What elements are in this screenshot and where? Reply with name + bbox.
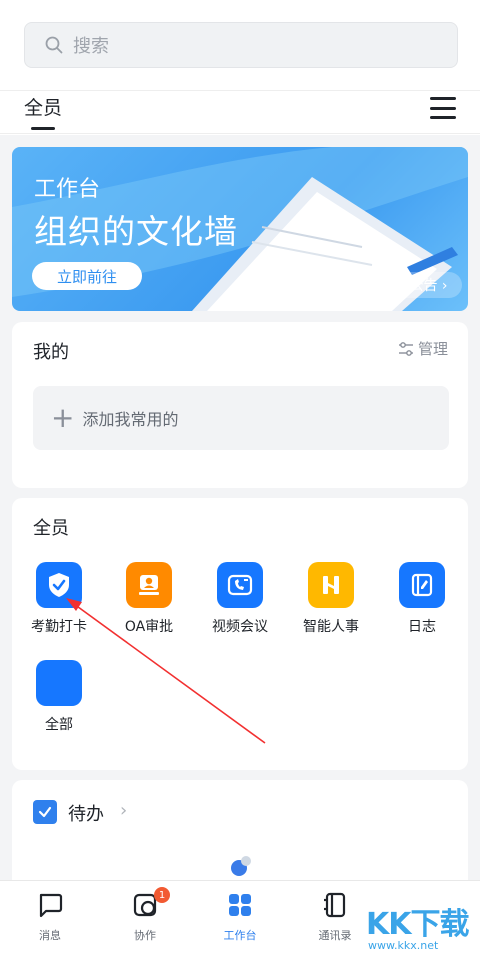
manage-button[interactable]: 管理 <box>398 338 448 359</box>
tab-bar: 全员 <box>0 90 480 134</box>
app-video-meeting[interactable]: 视频会议 <box>195 562 285 636</box>
todo-checkbox-icon <box>33 800 57 824</box>
todo-card: 待办 › <box>12 780 468 890</box>
all-announcements-button[interactable]: 全部公告 › <box>367 272 462 298</box>
nav-messages[interactable]: 消息 <box>10 891 90 943</box>
loading-dots-icon <box>231 856 251 876</box>
app-smart-hr[interactable]: 智能人事 <box>286 562 376 636</box>
log-icon <box>399 562 445 608</box>
manage-sliders-icon <box>398 341 413 356</box>
nav-label: 工作台 <box>223 929 257 942</box>
app-label: OA审批 <box>124 619 174 635</box>
manage-label: 管理 <box>417 340 448 358</box>
banner-subtitle: 组织的文化墙 <box>34 212 238 251</box>
tab-all-members[interactable]: 全员 <box>24 93 62 120</box>
contacts-icon <box>324 892 346 918</box>
all-apps-icon <box>36 660 82 706</box>
culture-wall-banner[interactable]: 工作台 组织的文化墙 立即前往 全部公告 › <box>12 147 468 311</box>
chevron-right-icon[interactable]: › <box>120 800 127 821</box>
menu-icon[interactable] <box>430 97 456 119</box>
search-icon <box>45 36 63 54</box>
app-log[interactable]: 日志 <box>377 562 467 636</box>
message-icon <box>39 893 63 918</box>
oa-approval-icon <box>126 562 172 608</box>
banner-title: 工作台 <box>34 177 101 202</box>
my-section-title: 我的 <box>33 342 69 363</box>
tab-underline <box>31 127 55 130</box>
app-label: 考勤打卡 <box>31 619 87 635</box>
all-members-card: 全员 考勤打卡 OA审批 视频会议 智能人事 日志 全部 <box>12 498 468 770</box>
workbench-icon <box>229 894 251 916</box>
plus-icon: + <box>51 401 75 434</box>
todo-title[interactable]: 待办 <box>68 800 104 826</box>
search-placeholder: 搜索 <box>73 36 109 57</box>
app-label: 视频会议 <box>212 619 268 635</box>
add-favorite-button[interactable]: + 添加我常用的 <box>33 386 449 450</box>
all-section-title: 全员 <box>33 518 69 539</box>
watermark: KK下载 www.kkx.net <box>360 895 480 959</box>
watermark-url: www.kkx.net <box>368 939 439 952</box>
app-all[interactable]: 全部 <box>14 660 104 734</box>
video-call-icon <box>217 562 263 608</box>
checkin-shield-icon <box>36 562 82 608</box>
watermark-logo: KK下载 <box>366 907 469 942</box>
unread-badge: 1 <box>154 887 170 903</box>
nav-label: 协作 <box>134 929 156 942</box>
my-apps-card: 我的 管理 + 添加我常用的 <box>12 322 468 488</box>
nav-collab[interactable]: 1 协作 <box>105 887 185 943</box>
go-now-button[interactable]: 立即前往 <box>32 262 142 290</box>
app-label: 全部 <box>45 717 73 733</box>
top-header: 搜索 全员 <box>0 0 480 135</box>
search-bar[interactable]: 搜索 <box>24 22 458 68</box>
add-favorite-label: 添加我常用的 <box>82 410 179 429</box>
app-oa-approval[interactable]: OA审批 <box>104 562 194 636</box>
app-checkin[interactable]: 考勤打卡 <box>14 562 104 636</box>
nav-workbench[interactable]: 工作台 <box>200 891 280 943</box>
nav-label: 消息 <box>39 929 61 942</box>
app-label: 智能人事 <box>303 619 359 635</box>
hr-icon <box>308 562 354 608</box>
app-label: 日志 <box>408 619 436 635</box>
